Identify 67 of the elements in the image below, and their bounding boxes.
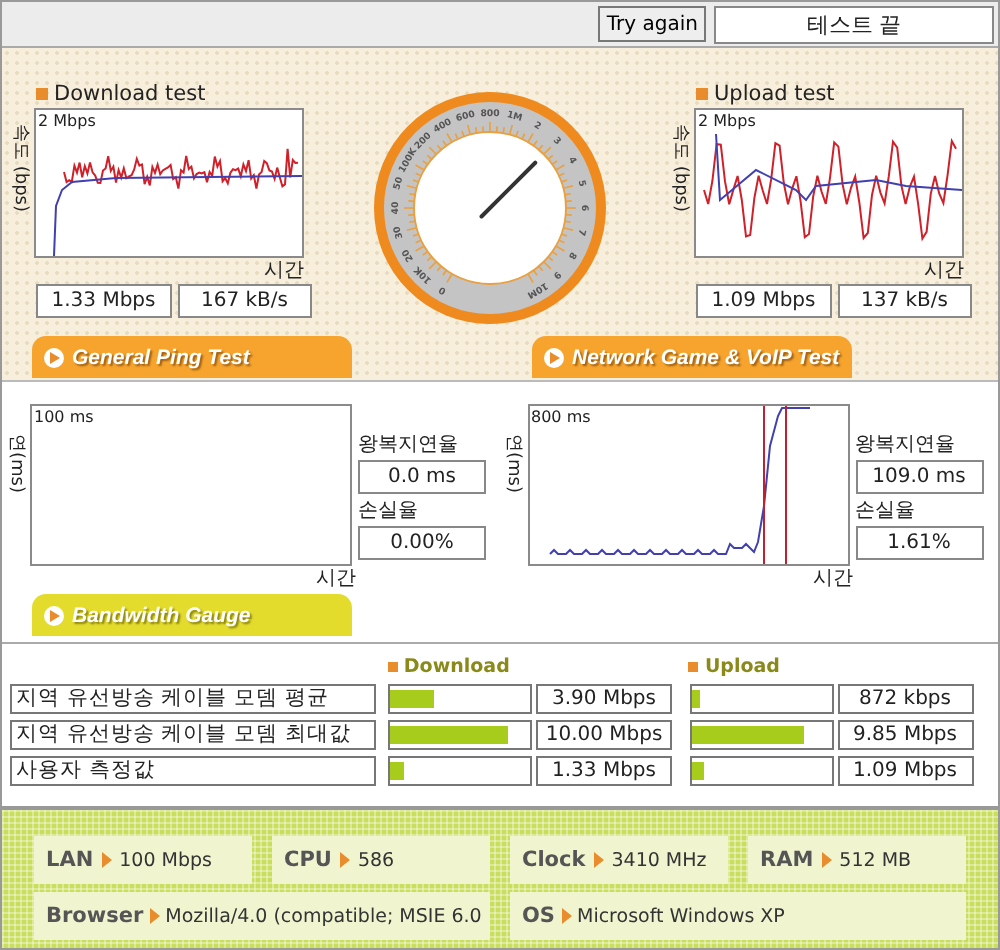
section-title: Bandwidth Gauge [72,603,251,627]
info-label: Browser [46,904,144,928]
speed-value: 9.85 Mbps [837,719,973,749]
scale-label: 2 Mbps [38,112,96,130]
speed-value: 1.33 Mbps [536,755,673,785]
row-label: 사용자 측정값 [10,755,377,785]
info-label: CPU [284,848,332,872]
row-label: 지역 유선방송 케이블 모뎀 최대값 [10,719,377,749]
latency-value: 109.0 ms [855,460,983,494]
scale-label: 100 ms [34,408,94,426]
time-label: 시간 [262,258,306,284]
triangle-icon [149,908,160,924]
latency-label: 왕복지연율 [358,432,460,460]
info-value: Microsoft Windows XP [577,905,785,927]
arrow-circle-icon [44,347,64,367]
square-icon [696,88,708,100]
section-title: General Ping Test [72,345,250,369]
time-label: 시간 [314,566,358,592]
axis-label: 연(ms) [4,432,28,498]
arrow-circle-icon [44,605,64,625]
info-label: OS [522,904,555,928]
triangle-icon [101,852,112,868]
rate-value: 1.09 Mbps [696,284,831,318]
axis-label: 속도 (bps) [668,122,692,216]
column-header: Upload [704,655,780,677]
loss-label: 손실율 [855,498,917,526]
triangle-icon [593,852,604,868]
speed-value: 3.90 Mbps [536,683,673,713]
speed-value: 10.00 Mbps [536,719,673,749]
info-label: Clock [522,848,586,872]
axis-label: 속도 (bps) [8,122,32,216]
panel-title: Upload test [714,82,835,106]
loss-value: 1.61% [855,526,983,560]
section-title: Network Game & VoIP Test [572,345,840,369]
loss-label: 손실율 [358,498,420,526]
axis-label: 연(ms) [501,432,525,498]
square-icon [36,88,48,100]
speed-value: 872 kbps [837,683,973,713]
column-header: Download [403,655,510,677]
rate-value: 1.33 Mbps [36,284,171,318]
triangle-icon [821,852,832,868]
row-label: 지역 유선방송 케이블 모뎀 평균 [10,683,377,713]
latency-label: 왕복지연율 [855,432,957,460]
time-label: 시간 [922,258,966,284]
triangle-icon [339,852,350,868]
scale-label: 2 Mbps [698,112,756,130]
scale-label: 800 ms [531,408,591,426]
panel-title: Download test [54,82,206,106]
square-icon [387,661,398,671]
try-again-button[interactable]: Try again [598,6,706,42]
time-label: 시간 [811,566,855,592]
bytes-value: 167 kB/s [177,284,312,318]
info-value: 586 [357,849,395,871]
latency-value: 0.0 ms [358,460,486,494]
info-value: 100 Mbps [119,849,212,871]
loss-value: 0.00% [358,526,486,560]
info-value: 3410 MHz [611,849,707,871]
info-value: 512 MB [839,849,912,871]
status-field: 테스트 끝 [714,5,994,43]
square-icon [688,661,699,671]
triangle-icon [561,908,571,924]
info-value: Mozilla/4.0 (compatible; MSIE 6.0 [165,905,482,927]
info-label: RAM [760,848,814,872]
arrow-circle-icon [544,347,564,367]
speed-value: 1.09 Mbps [837,755,973,785]
bytes-value: 137 kB/s [837,284,972,318]
info-label: LAN [46,848,94,872]
